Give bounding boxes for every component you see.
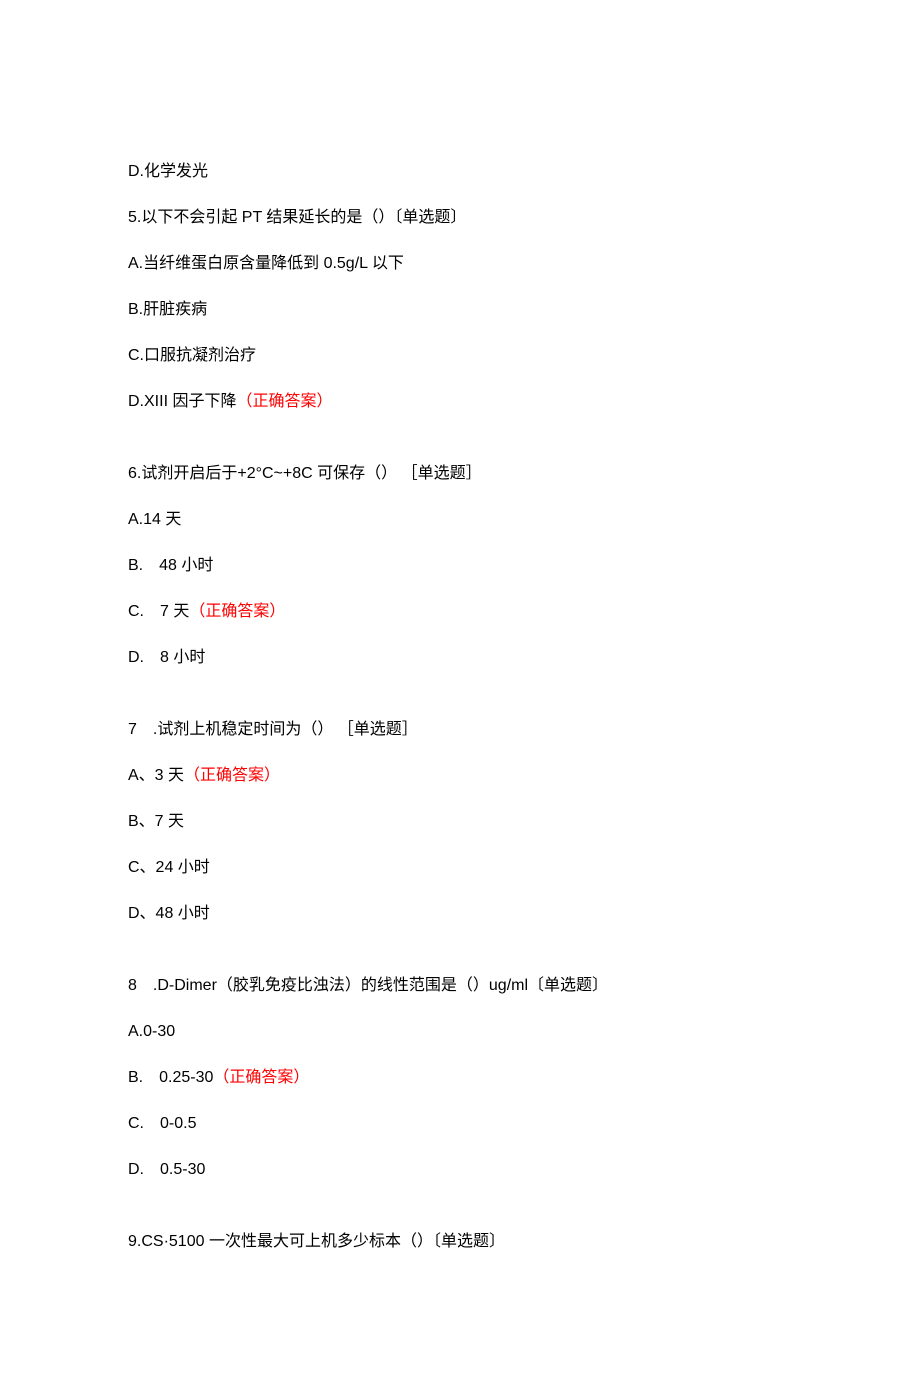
q8-option-b-text: B. 0.25-30 [128, 1069, 213, 1086]
q5-option-d: D.XIII 因子下降（正确答案） [128, 390, 792, 414]
q4-option-d: D.化学发光 [128, 160, 792, 184]
correct-answer-label: （正确答案） [189, 603, 285, 620]
q8-option-d: D. 0.5-30 [128, 1158, 792, 1182]
q5-option-c: C.口服抗凝剂治疗 [128, 344, 792, 368]
q6-option-b: B. 48 小时 [128, 554, 792, 578]
q8-option-b: B. 0.25-30（正确答案） [128, 1066, 792, 1090]
correct-answer-label: （正确答案） [184, 767, 280, 784]
q5-stem: 5.以下不会引起 PT 结果延长的是（）〔单选题〕 [128, 206, 792, 230]
q7-option-a-text: A、3 天 [128, 767, 184, 784]
q7-option-b: B、7 天 [128, 810, 792, 834]
q8-option-a: A.0-30 [128, 1020, 792, 1044]
q6-stem: 6.试剂开启后于+2°C~+8C 可保存（） ［单选题］ [128, 462, 792, 486]
q7-option-c: C、24 小时 [128, 856, 792, 880]
q6-option-a: A.14 天 [128, 508, 792, 532]
q8-option-c: C. 0-0.5 [128, 1112, 792, 1136]
correct-answer-label: （正确答案） [236, 393, 332, 410]
correct-answer-label: （正确答案） [213, 1069, 309, 1086]
q6-option-d: D. 8 小时 [128, 646, 792, 670]
q6-option-c: C. 7 天（正确答案） [128, 600, 792, 624]
q9-stem: 9.CS·5100 一次性最大可上机多少标本（）〔单选题〕 [128, 1230, 792, 1254]
q8-stem: 8 .D-Dimer（胶乳免疫比浊法）的线性范围是（）ug/ml〔单选题〕 [128, 974, 792, 998]
q6-option-c-text: C. 7 天 [128, 603, 189, 620]
q5-option-b: B.肝脏疾病 [128, 298, 792, 322]
q5-option-d-text: D.XIII 因子下降 [128, 393, 236, 410]
q7-stem: 7 .试剂上机稳定时间为（） ［单选题］ [128, 718, 792, 742]
q7-option-a: A、3 天（正确答案） [128, 764, 792, 788]
q7-option-d: D、48 小时 [128, 902, 792, 926]
document-page: D.化学发光 5.以下不会引起 PT 结果延长的是（）〔单选题〕 A.当纤维蛋白… [0, 0, 920, 1376]
q5-option-a: A.当纤维蛋白原含量降低到 0.5g/L 以下 [128, 252, 792, 276]
